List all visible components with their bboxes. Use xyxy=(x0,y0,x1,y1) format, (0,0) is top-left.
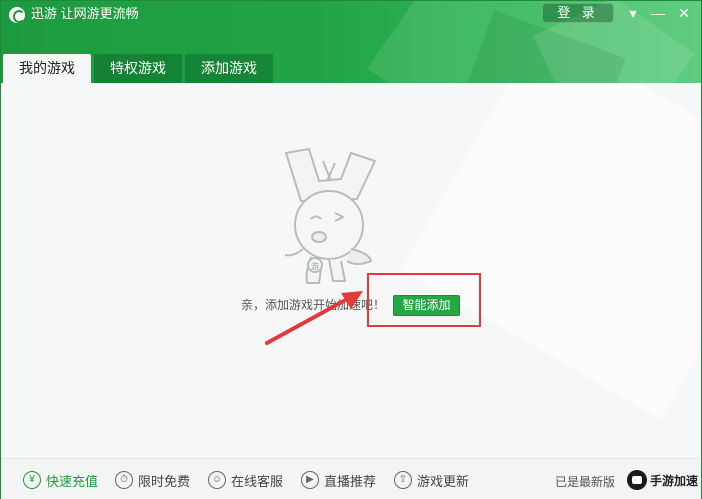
play-icon: ▶ xyxy=(301,471,319,489)
mobile-accelerator-link[interactable]: 手游加速 xyxy=(627,469,698,491)
login-button[interactable]: 登 录 xyxy=(542,3,614,23)
upload-icon: ⇧ xyxy=(394,471,412,489)
main-content: 游 亲，添加游戏开始加速吧！ 智能添加 xyxy=(1,83,701,458)
yen-icon: ¥ xyxy=(23,471,41,489)
app-window: 迅游 让网游更流畅 登 录 ▾ — ✕ 我的游戏 特权游戏 添加游戏 游 亲，添… xyxy=(0,0,702,499)
title-bar: 迅游 让网游更流畅 登 录 ▾ — ✕ 我的游戏 特权游戏 添加游戏 xyxy=(1,1,701,83)
minimize-icon[interactable]: — xyxy=(647,3,669,23)
tab-privileged-games[interactable]: 特权游戏 xyxy=(94,54,182,83)
highlight-annotation-box xyxy=(367,273,481,327)
close-icon[interactable]: ✕ xyxy=(673,3,695,23)
menu-dropdown-icon[interactable]: ▾ xyxy=(622,3,644,23)
background-decoration xyxy=(401,83,701,420)
mascot-illustration: 游 xyxy=(284,148,376,284)
bottom-toolbar: ¥ 快速充值 ⏱ 限时免费 ☺ 在线客服 ▶ 直播推荐 ⇧ 游戏更新 已是最新版… xyxy=(1,458,701,499)
online-support-label: 在线客服 xyxy=(231,473,284,489)
online-support-button[interactable]: ☺ 在线客服 xyxy=(208,469,283,491)
quick-recharge-button[interactable]: ¥ 快速充值 xyxy=(23,469,98,491)
mascot-badge: 游 xyxy=(311,261,319,271)
game-update-label: 游戏更新 xyxy=(417,473,470,489)
live-recommend-button[interactable]: ▶ 直播推荐 xyxy=(301,469,376,491)
mobile-accelerator-label: 手游加速 xyxy=(650,473,699,488)
live-recommend-label: 直播推荐 xyxy=(324,473,377,489)
version-status: 已是最新版 xyxy=(555,475,616,489)
limited-free-button[interactable]: ⏱ 限时免费 xyxy=(115,469,190,491)
limited-free-label: 限时免费 xyxy=(138,473,191,489)
tab-add-games[interactable]: 添加游戏 xyxy=(185,54,273,83)
user-icon: ☺ xyxy=(208,471,226,489)
annotation-arrow-icon xyxy=(265,291,363,345)
timer-icon: ⏱ xyxy=(115,471,133,489)
mobile-game-icon xyxy=(627,470,647,490)
game-update-button[interactable]: ⇧ 游戏更新 xyxy=(394,469,469,491)
tab-my-games[interactable]: 我的游戏 xyxy=(3,54,91,83)
quick-recharge-label: 快速充值 xyxy=(46,473,99,489)
app-title: 迅游 让网游更流畅 xyxy=(31,6,139,21)
app-logo-icon xyxy=(9,7,25,23)
